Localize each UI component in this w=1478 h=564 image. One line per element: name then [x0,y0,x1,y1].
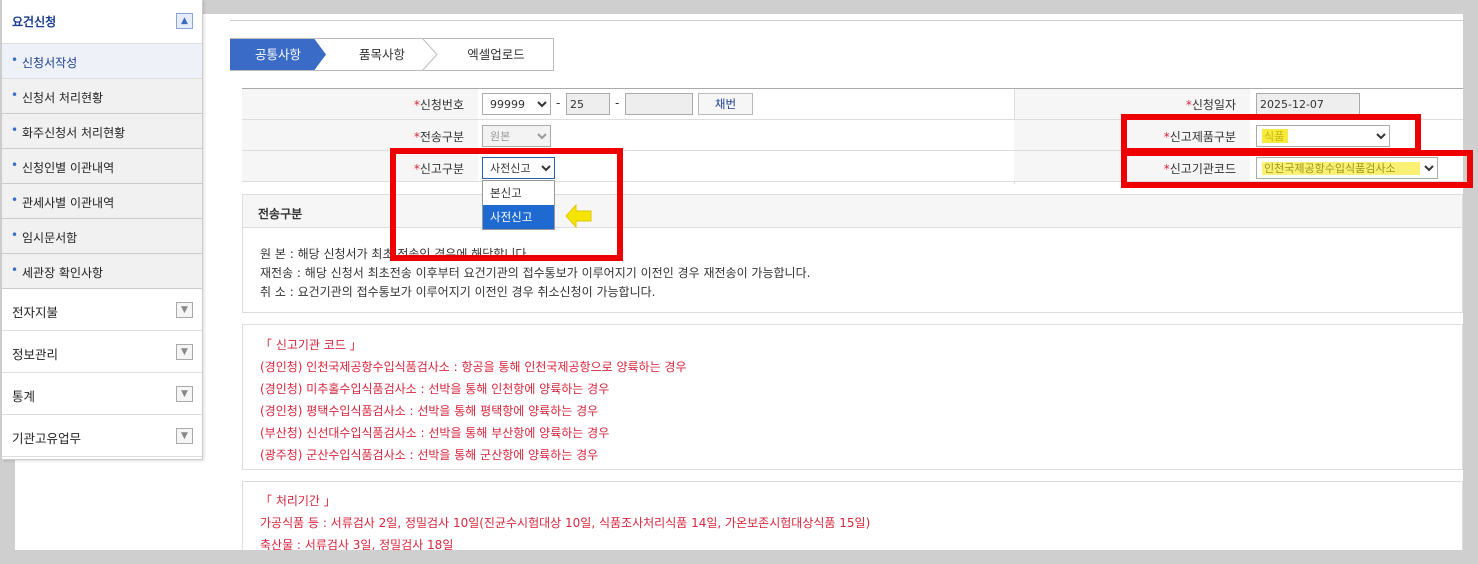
app-no-label: *신청번호 [413,98,464,112]
sidebar-item-label: 정보관리 [12,347,59,362]
info-line: (경인청) 평택수입식품검사소 : 선박을 통해 평택항에 양륙하는 경우 [260,404,599,418]
chevron-down-icon[interactable]: ▼ [176,302,193,318]
info-line: (부산청) 신선대수입식품검사소 : 선박을 통해 부산항에 양륙하는 경우 [260,426,610,440]
agency-code-info-box: 「 신고기관 코드 」 (경인청) 인천국제공항수입식품검사소 : 항공을 통해… [242,324,1463,470]
sidebar-item-label: 세관장 확인사항 [22,266,104,280]
collapse-icon[interactable]: ▲ [176,13,193,29]
sidebar-item-agency-work[interactable]: 기관고유업무 ▼ [2,415,202,457]
info-line: (광주청) 군산수입식품검사소 : 선박을 통해 군산항에 양륙하는 경우 [260,448,599,462]
info-title: 「 처리기간 」 [260,494,336,508]
sidebar-item-owner-status[interactable]: 화주신청서 처리현황 [2,114,202,149]
info-line: 가공식품 등 : 서류검사 2일, 정밀검사 10일(진균수시험대상 10일, … [260,516,871,530]
sidebar-item-label: 임시문서함 [22,231,78,245]
sidebar-item-label: 화주신청서 처리현황 [22,126,126,140]
highlight-box-report-type [390,148,623,261]
sidebar-item-info-mgmt[interactable]: 정보관리 ▼ [2,331,202,373]
info-title: 「 신고기관 코드 」 [260,338,362,352]
send-type-label: *전송구분 [413,130,464,144]
sidebar-item-temp-docs[interactable]: 임시문서함 [2,219,202,254]
info-line: 재전송 : 해당 신청서 최초전송 이후부터 요건기관의 접수통보가 이루어지기… [260,266,811,280]
divider [230,20,1463,21]
tab-separator-icon [422,38,438,71]
highlight-box-product-type [1121,114,1421,154]
app-no-mid-input[interactable] [566,93,610,115]
sidebar-item-label: 전자지불 [12,305,59,320]
processing-period-info-box: 「 처리기간 」 가공식품 등 : 서류검사 2일, 정밀검사 10일(진균수시… [242,481,1463,552]
sidebar-item-label: 신청인별 이관내역 [22,161,115,175]
sidebar-item-customs-check[interactable]: 세관장 확인사항 [2,254,202,289]
separator: - [615,96,620,110]
sidebar-item-label: 관세사별 이관내역 [22,196,115,210]
sidebar-item-epayment[interactable]: 전자지불 ▼ [2,289,202,331]
sidebar-item-label: 신청서 처리현황 [22,91,104,105]
tab-excel-upload[interactable]: 엑셀업로드 [438,39,554,70]
sidebar-header-requirements[interactable]: 요건신청 ▲ [2,0,202,44]
sidebar-item-broker-transfer[interactable]: 관세사별 이관내역 [2,184,202,219]
tab-bar: 공통사항 품목사항 엑셀업로드 [230,38,554,71]
chevron-down-icon[interactable]: ▼ [176,344,193,360]
sidebar-item-application-status[interactable]: 신청서 처리현황 [2,79,202,114]
sidebar-header-label: 요건신청 [12,15,57,29]
info-line: 취 소 : 요건기관의 접수통보가 이루어지기 이전인 경우 취소신청이 가능합… [260,285,656,299]
sidebar-item-label: 신청서작성 [22,56,78,70]
app-no-year-select[interactable]: 99999 [482,93,551,115]
issue-number-button[interactable]: 채번 [698,93,753,115]
sidebar-item-label: 기관고유업무 [12,431,82,446]
sidebar: 요건신청 ▲ 신청서작성 신청서 처리현황 화주신청서 처리현황 신청인별 이관… [2,0,203,460]
highlight-box-agency-code [1121,150,1473,188]
chevron-down-icon[interactable]: ▼ [176,428,193,444]
info-line: (경인청) 인천국제공항수입식품검사소 : 항공을 통해 인천국제공항으로 양륙… [260,360,687,374]
sidebar-item-label: 통계 [12,389,36,404]
tab-common[interactable]: 공통사항 [230,39,326,70]
separator: - [556,96,561,110]
app-date-field[interactable] [1256,93,1360,115]
app-date-label: *신청일자 [1185,98,1236,112]
bottom-band [0,550,1478,564]
sidebar-item-applicant-transfer[interactable]: 신청인별 이관내역 [2,149,202,184]
send-type-select[interactable]: 원본 [482,125,551,147]
info-line: (경인청) 미추홀수입식품검사소 : 선박을 통해 인천항에 양륙하는 경우 [260,382,610,396]
sidebar-item-stats[interactable]: 통계 ▼ [2,373,202,415]
sidebar-item-application-write[interactable]: 신청서작성 [2,44,202,79]
app-no-last-input[interactable] [625,93,693,115]
chevron-down-icon[interactable]: ▼ [176,386,193,402]
